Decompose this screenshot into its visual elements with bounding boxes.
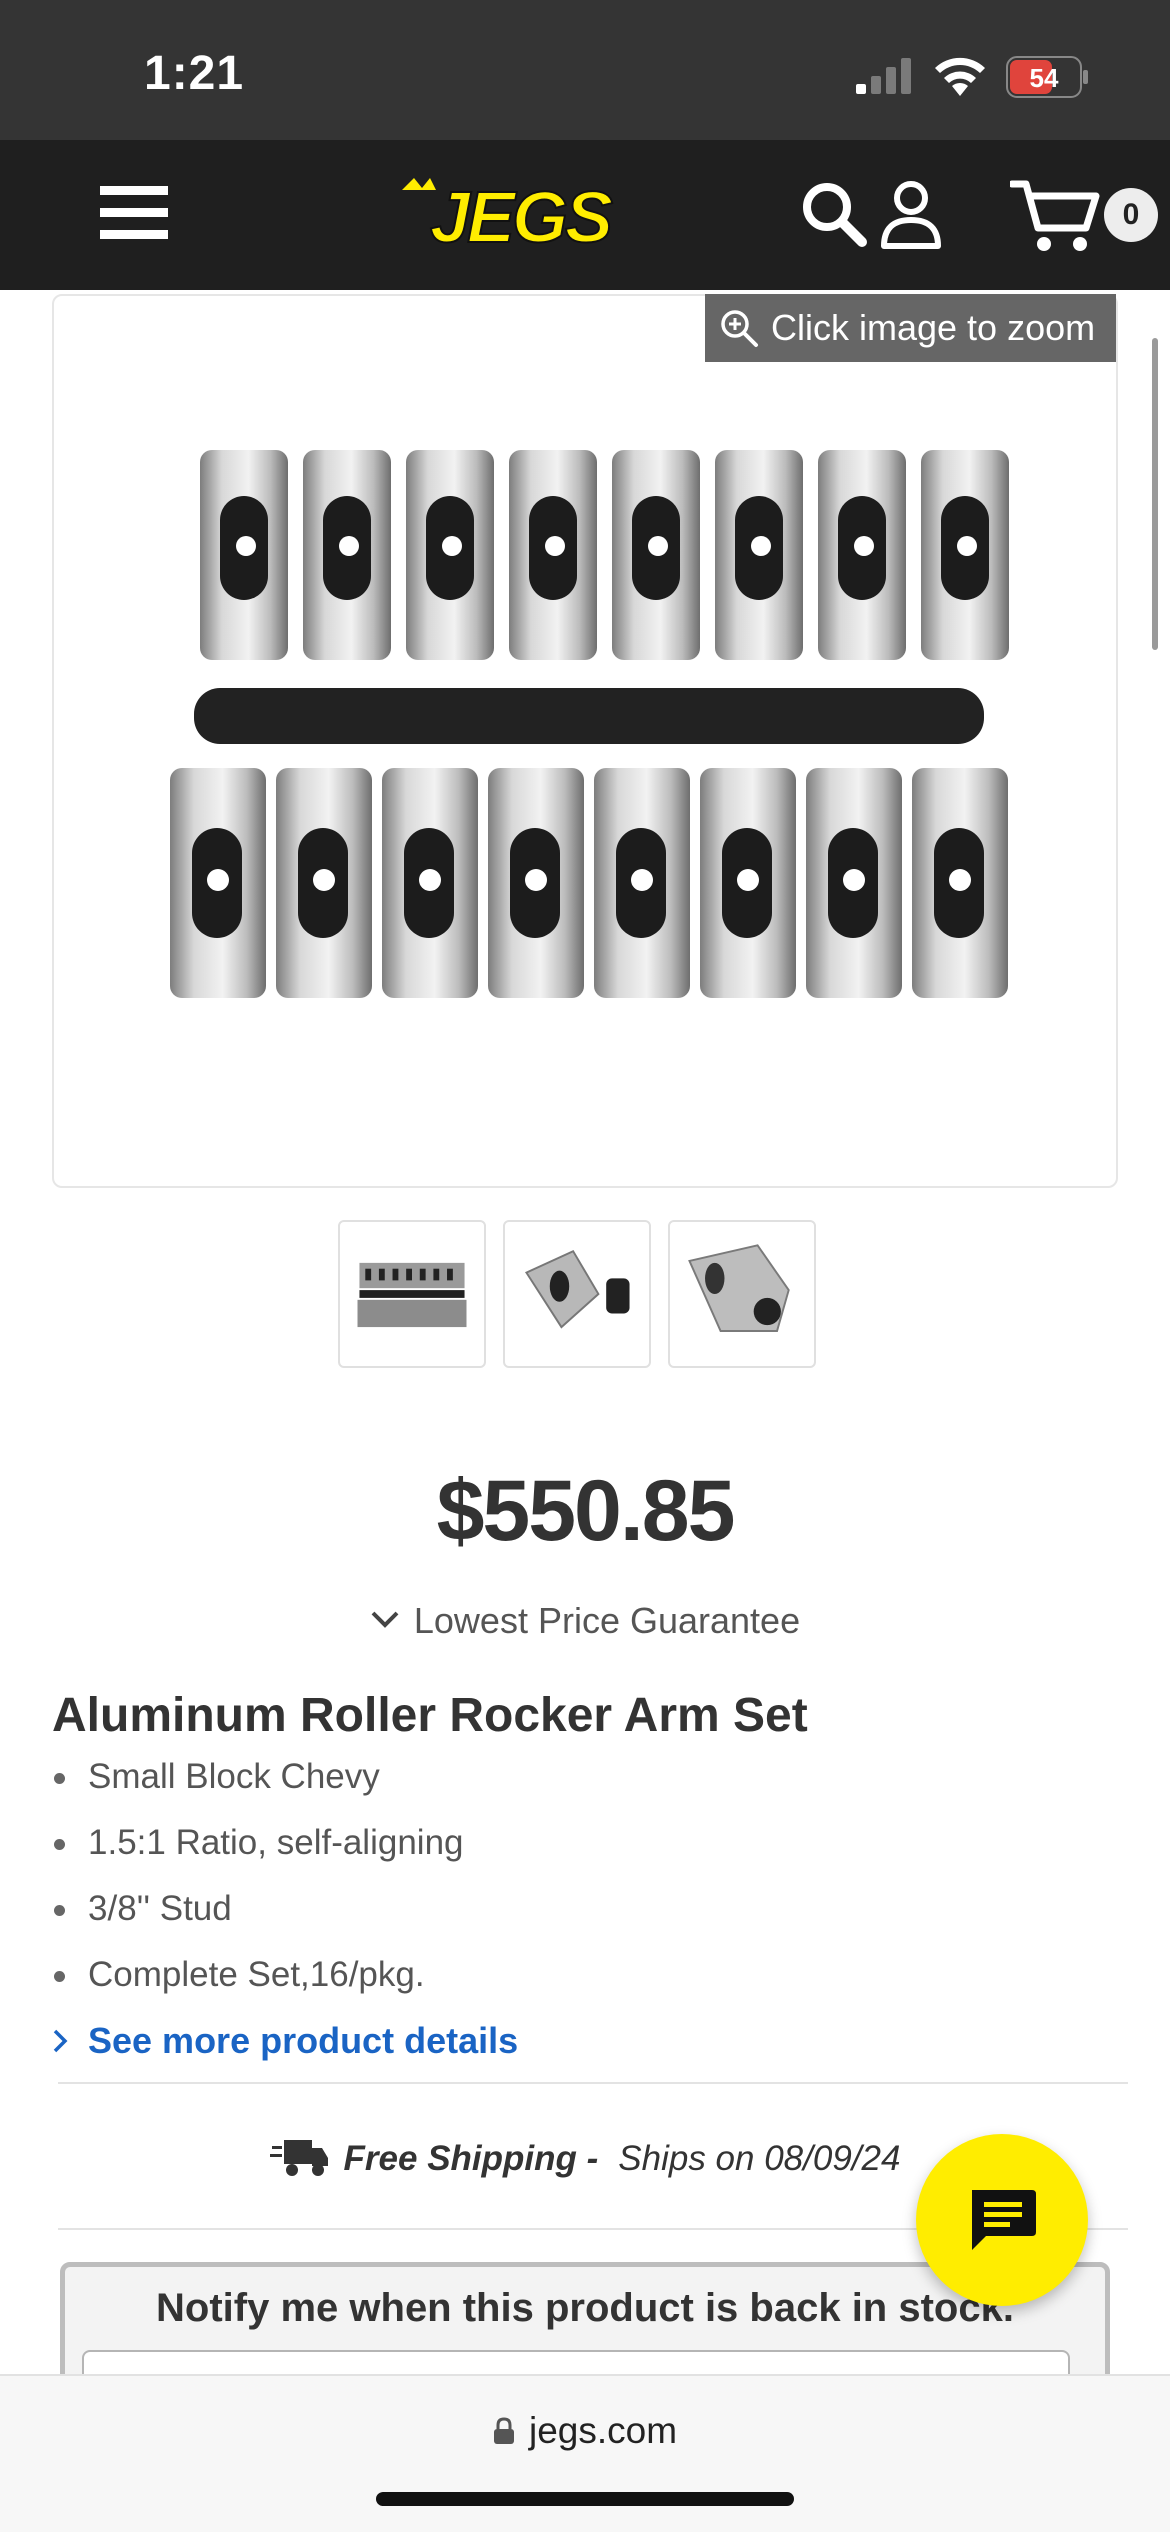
chat-bubble-icon [972,2190,1036,2250]
feature-item: 1.5:1 Ratio, self-aligning [52,1818,464,1884]
lock-icon [493,2417,514,2444]
chevron-down-icon [371,1611,399,1628]
divider [58,2082,1128,2084]
chevron-right-icon [53,2029,68,2053]
chat-button[interactable] [916,2134,1088,2306]
account-icon[interactable] [880,180,942,250]
url-display[interactable]: jegs.com [0,2410,1170,2452]
hamburger-menu-icon[interactable] [100,182,168,242]
see-more-details-label: See more product details [88,2020,519,2061]
zoom-in-icon [721,310,758,347]
zoom-hint[interactable]: Click image to zoom [705,294,1116,362]
product-feature-list: Small Block Chevy 1.5:1 Ratio, self-alig… [52,1752,464,2016]
pivot-nut-row [194,688,984,744]
truck-icon [269,2140,328,2176]
search-icon[interactable] [800,180,868,248]
thumbnail-rocker-and-nut[interactable] [503,1220,651,1368]
thumbnail-rocker-and-nut-image [524,1249,630,1329]
product-main-image[interactable] [160,450,1020,1030]
product-price: $550.85 [436,1463,736,1559]
thumbnail-rocker-side[interactable] [668,1220,816,1368]
rocker-arm-row-top [200,450,1009,660]
feature-item: Complete Set,16/pkg. [52,1950,464,2016]
thumbnail-full-set-image [357,1262,467,1328]
url-text: jegs.com [528,2410,678,2451]
cart-icon[interactable] [1010,178,1100,256]
battery-icon: 54 [1006,56,1088,98]
free-shipping-label: Free Shipping - [343,2139,599,2178]
cellular-signal-icon [856,58,911,94]
ship-date: Ships on 08/09/24 [618,2139,901,2178]
feature-item: Small Block Chevy [52,1752,464,1818]
browser-address-bar[interactable] [0,2374,1170,2532]
rocker-arm-row-bottom [170,768,1008,998]
product-title: Aluminum Roller Rocker Arm Set [52,1689,808,1742]
jegs-logo[interactable]: JEGS [398,176,638,254]
cart-count-badge[interactable]: 0 [1104,188,1158,242]
wifi-icon [935,57,985,96]
battery-level: 54 [1030,63,1059,93]
price-guarantee-toggle[interactable]: Lowest Price Guarantee [0,1600,1170,1642]
thumbnail-full-set[interactable] [338,1220,486,1368]
see-more-details-link[interactable]: See more product details [52,2020,518,2062]
home-indicator[interactable] [376,2492,794,2506]
page-scrollbar[interactable] [1152,338,1158,650]
feature-item: 3/8'' Stud [52,1884,464,1950]
status-time: 1:21 [144,47,245,100]
price-guarantee-label: Lowest Price Guarantee [413,1600,801,1641]
logo-text: JEGS [430,178,613,254]
thumbnail-rocker-side-image [688,1244,790,1332]
zoom-hint-label: Click image to zoom [771,307,1096,348]
